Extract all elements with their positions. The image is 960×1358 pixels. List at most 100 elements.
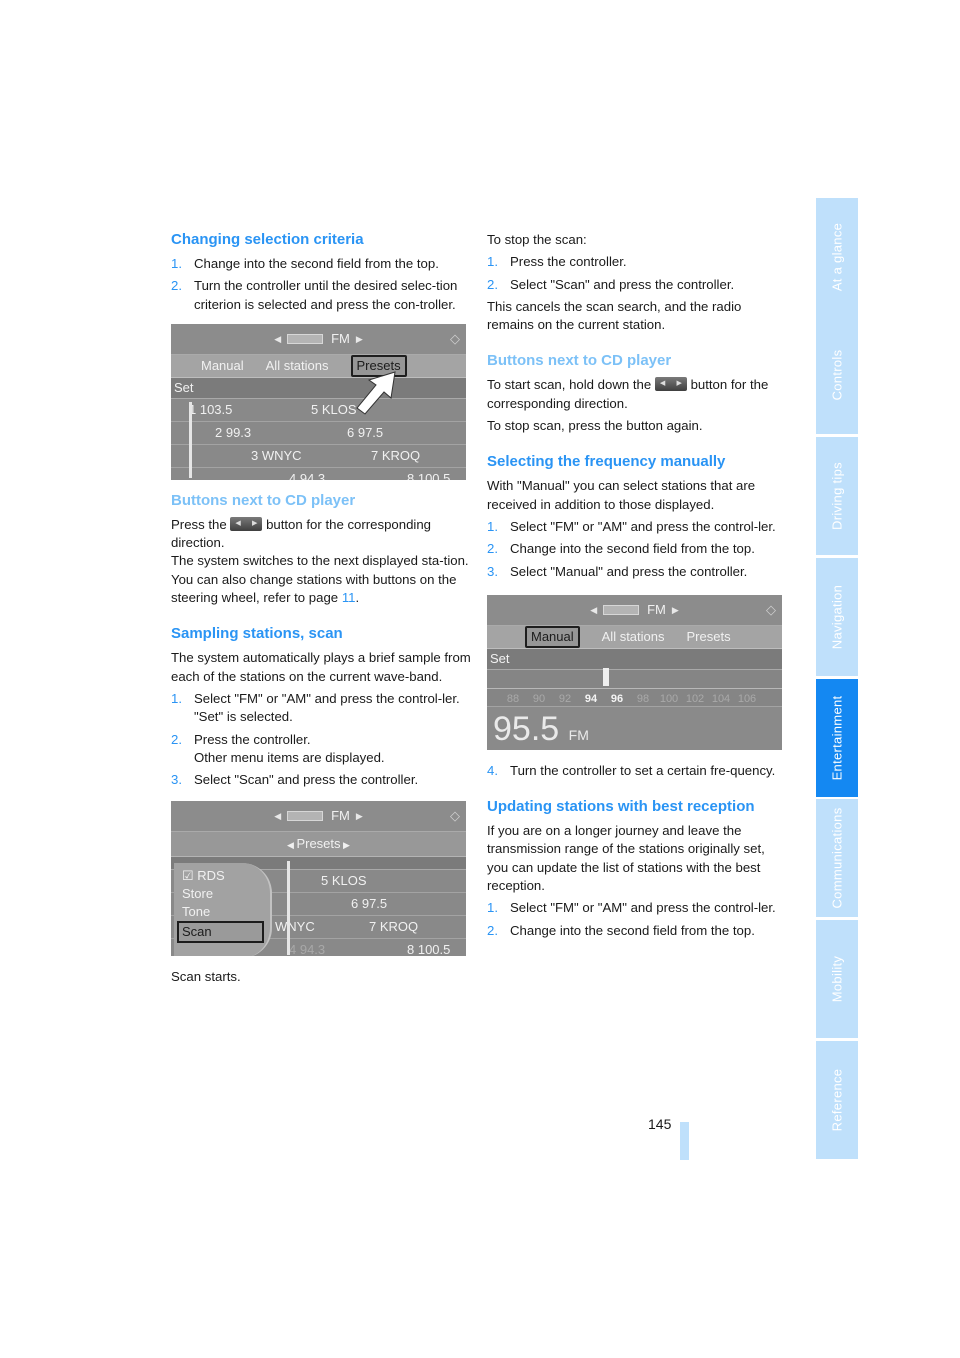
- band-label: FM: [331, 330, 350, 346]
- band-label: FM: [331, 808, 350, 824]
- paragraph: Scan starts.: [171, 969, 241, 985]
- criteria-tabs: Manual All stations Presets: [171, 354, 466, 378]
- tab-all-stations[interactable]: All stations: [602, 628, 665, 646]
- left-column: Changing selection criteria 1. Change int…: [171, 231, 471, 991]
- paragraph: With "Manual" you can select stations th…: [487, 478, 756, 512]
- page-marker: [680, 1122, 689, 1160]
- list-item: 1. Select "FM" or "AM" and press the cont…: [487, 518, 776, 534]
- station-row[interactable]: 3 WNYC 7 KROQ: [171, 444, 466, 468]
- steps-update: 1. Select "FM" or "AM" and press the cont…: [487, 899, 787, 940]
- presets-selector[interactable]: ◀ Presets ▶: [171, 832, 466, 858]
- scale-tick: 92: [558, 692, 572, 705]
- chapter-tab-controls[interactable]: Controls: [816, 316, 858, 434]
- chapter-tab-mobility[interactable]: Mobility: [816, 920, 858, 1038]
- tab-presets[interactable]: Presets: [687, 628, 731, 646]
- chapter-tab-reference[interactable]: Reference: [816, 1041, 858, 1159]
- scale-tick: 96: [610, 692, 624, 705]
- list-item: 2. Change into the second field from the …: [487, 541, 755, 557]
- band-bar: ◀ FM ▶ ◇: [487, 594, 782, 626]
- steps-manual-cont: 4. Turn the controller to set a certain f…: [487, 762, 787, 780]
- checkbox-icon: ☑: [182, 868, 194, 884]
- band-icon: [603, 604, 640, 615]
- frequency-needle[interactable]: [603, 667, 609, 686]
- right-arrow-icon: ▶: [355, 811, 363, 822]
- chapter-tab-communications[interactable]: Communications: [816, 799, 858, 917]
- left-arrow-icon: ◀: [274, 811, 282, 822]
- list-item: 1. Select "FM" or "AM" and press the cont…: [171, 690, 460, 725]
- navigation-icon: ◇: [766, 601, 776, 617]
- scale-tick: 98: [636, 692, 650, 705]
- list-item: 1. Change into the second field from the …: [171, 256, 439, 271]
- paragraph: Press the ◀ ▶ button for the correspondin…: [171, 516, 469, 606]
- station-row[interactable]: 4 94.3 8 100.5: [171, 467, 466, 480]
- set-row[interactable]: Set: [171, 377, 466, 399]
- chapter-tab-at-a-glance[interactable]: At a glance: [816, 198, 858, 316]
- tab-manual[interactable]: Manual: [201, 357, 244, 375]
- list-item: 1. Press the controller.: [487, 254, 627, 270]
- paragraph: The system automatically plays a brief s…: [171, 650, 471, 684]
- screen-presets: ◀ FM ▶ ◇ Manual All stations Presets Set…: [171, 323, 466, 480]
- right-arrow-icon: ▶: [355, 333, 363, 344]
- list-scroll-indicator: [287, 861, 290, 956]
- screen-manual-tuning: ◀ FM ▶ ◇ Manual All stations Presets Set…: [487, 594, 782, 750]
- menu-item-tone[interactable]: Tone: [174, 903, 270, 921]
- list-item: 2. Change into the second field from the …: [487, 922, 755, 938]
- list-item: 3. Select "Scan" and press the controller…: [171, 772, 419, 788]
- seek-button-icon: ◀ ▶: [230, 516, 263, 531]
- steps-changing-selection: 1. Change into the second field from the …: [171, 255, 471, 314]
- options-menu: ☑ RDS Store Tone Scan: [174, 863, 272, 957]
- criteria-tabs: Manual All stations Presets: [487, 625, 782, 649]
- list-scroll-indicator: [189, 401, 192, 478]
- scale-tick: 88: [506, 692, 520, 705]
- navigation-icon: ◇: [450, 330, 460, 346]
- heading-buttons-cd-scan: Buttons next to CD player: [487, 352, 672, 370]
- list-item: 4. Turn the controller to set a certain f…: [487, 762, 776, 778]
- heading-buttons-cd: Buttons next to CD player: [171, 491, 356, 509]
- page-number: 145: [648, 1116, 672, 1132]
- list-item: 2. Turn the controller until the desired …: [171, 278, 458, 312]
- band-label: FM: [647, 601, 666, 617]
- band-bar: ◀ FM ▶ ◇: [171, 801, 466, 833]
- seek-button-icon: ◀ ▶: [654, 377, 687, 392]
- menu-item-store[interactable]: Store: [174, 885, 270, 903]
- scale-tick: 100: [659, 692, 679, 705]
- tab-all-stations[interactable]: All stations: [266, 357, 329, 375]
- left-arrow-icon: ◀: [590, 604, 598, 615]
- scale-tick: 102: [685, 692, 705, 705]
- list-item: 2. Select "Scan" and press the controller…: [487, 276, 735, 292]
- steps-manual: 1. Select "FM" or "AM" and press the cont…: [487, 518, 787, 581]
- screen-scan-menu: ◀ FM ▶ ◇ ◀ Presets ▶ 5 KLOS 6 97.5 WNYC 7…: [171, 801, 466, 957]
- steps-scan: 1. Select "FM" or "AM" and press the cont…: [171, 690, 471, 789]
- frequency-scale[interactable]: 88 90 92 94 96 98 100 102 104 106: [487, 667, 782, 707]
- menu-item-rds[interactable]: ☑ RDS: [174, 867, 270, 885]
- paragraph: To stop scan, press the button again.: [487, 418, 703, 434]
- station-row[interactable]: 2 99.3 6 97.5: [171, 421, 466, 445]
- scale-tick: 104: [711, 692, 731, 705]
- chapter-tab-entertainment[interactable]: Entertainment: [816, 679, 858, 797]
- set-row[interactable]: Set: [487, 648, 782, 670]
- paragraph: To start scan, hold down the ◀ ▶ button f…: [487, 377, 769, 411]
- right-arrow-icon: ▶: [671, 604, 679, 615]
- scale-tick: 90: [532, 692, 546, 705]
- tab-manual[interactable]: Manual: [525, 625, 580, 649]
- steps-stop-scan: 1. Press the controller. 2. Select "Scan" …: [487, 253, 787, 294]
- left-arrow-icon: ◀: [274, 333, 282, 344]
- chapter-tab-navigation[interactable]: Navigation: [816, 558, 858, 676]
- chapter-tab-driving-tips[interactable]: Driving tips: [816, 437, 858, 555]
- paragraph: If you are on a longer journey and leave…: [487, 823, 765, 894]
- frequency-display: 95.5 FM: [487, 706, 782, 750]
- navigation-icon: ◇: [450, 808, 460, 824]
- station-row[interactable]: 1 103.5 5 KLOS: [171, 398, 466, 422]
- band-bar: ◀ FM ▶ ◇: [171, 323, 466, 355]
- list-item: 2. Press the controller. Other menu items …: [171, 731, 385, 765]
- paragraph: To stop the scan:: [487, 232, 587, 247]
- heading-updating-stations: Updating stations with best reception: [487, 798, 755, 816]
- menu-item-scan[interactable]: Scan: [177, 921, 264, 944]
- page-link[interactable]: 11: [342, 590, 356, 605]
- heading-sampling-scan: Sampling stations, scan: [171, 625, 343, 643]
- list-item: 3. Select "Manual" and press the controll…: [487, 563, 748, 579]
- paragraph: This cancels the scan search, and the ra…: [487, 298, 742, 333]
- list-item: 1. Select "FM" or "AM" and press the cont…: [487, 900, 776, 916]
- heading-changing-selection: Changing selection criteria: [171, 231, 364, 248]
- band-icon: [287, 333, 324, 344]
